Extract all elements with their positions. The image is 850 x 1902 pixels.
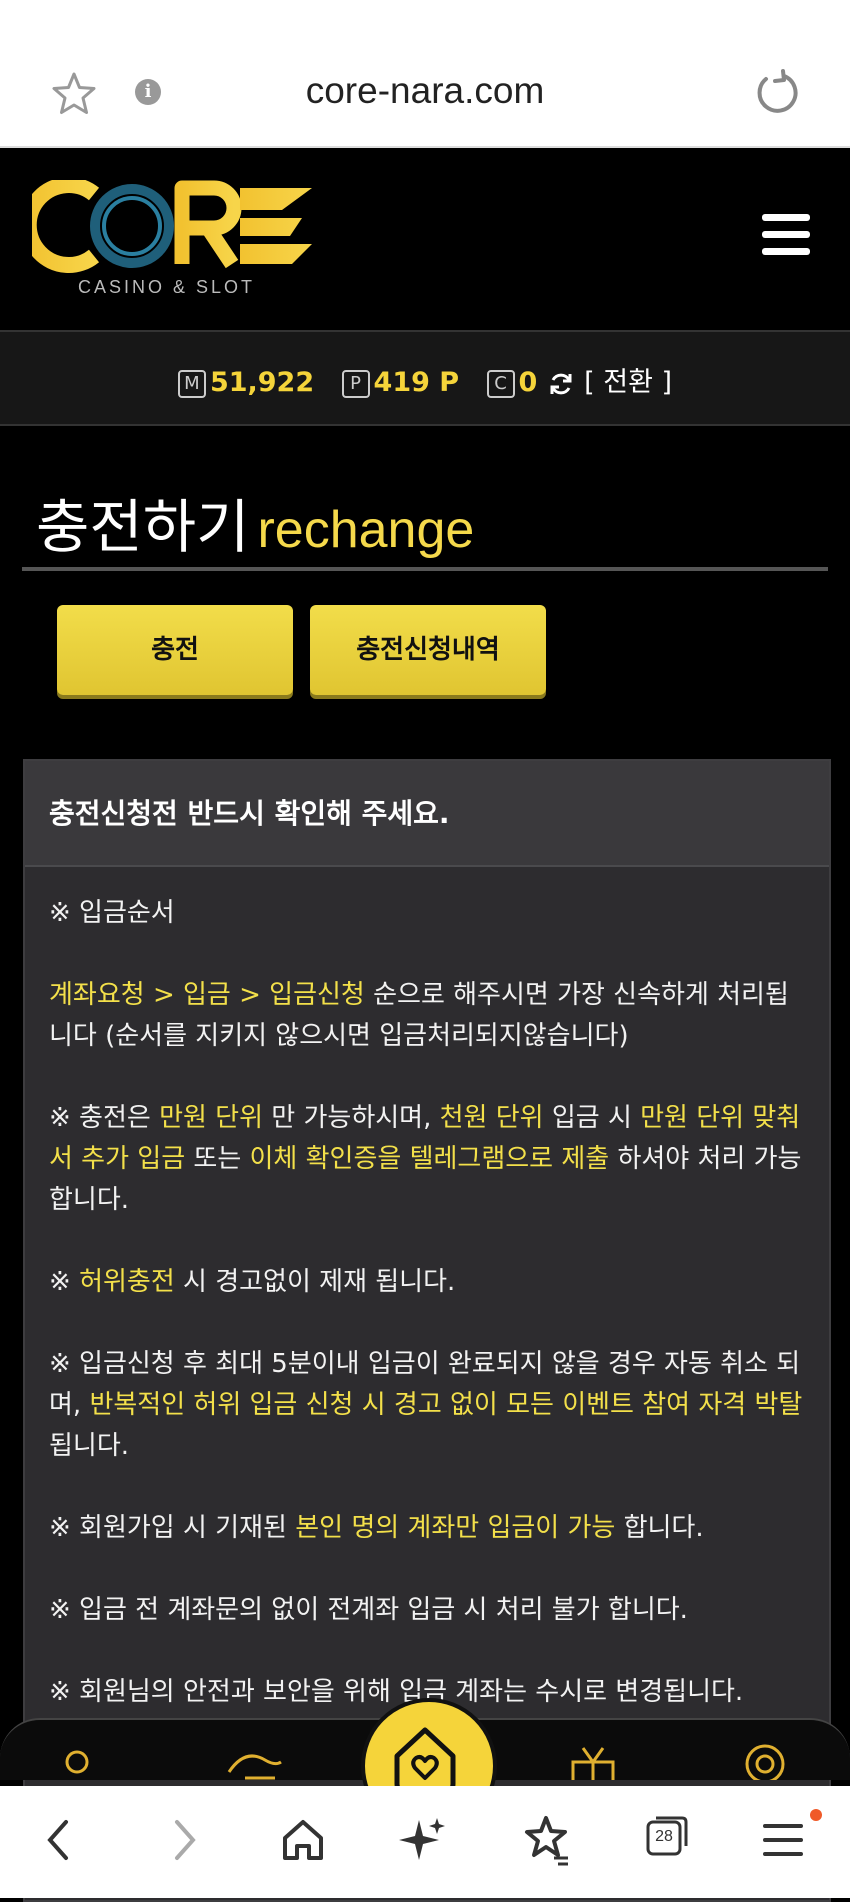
- notice-title: 충전신청전 반드시 확인해 주세요.: [25, 761, 829, 867]
- core-logo[interactable]: CASINO & SLOT: [32, 180, 322, 300]
- coin-balance: C0: [486, 367, 547, 398]
- money-icon: M: [177, 369, 206, 398]
- money-balance: M 51,922: [177, 367, 324, 398]
- home-icon[interactable]: [275, 1812, 331, 1868]
- tab-count-label: 28: [655, 1828, 673, 1845]
- slot-icon[interactable]: [225, 1738, 285, 1780]
- tabs-button[interactable]: 28: [646, 1814, 688, 1856]
- notice-line-account: ※ 회원가입 시 기재된 본인 명의 계좌만 입금이 가능 합니다.: [49, 1513, 704, 1543]
- notice-line-unit: ※ 충전은 만원 단위 만 가능하시며, 천원 단위 입금 시 만원 단위 맞춰…: [49, 1103, 802, 1215]
- point-icon: P: [341, 369, 370, 398]
- point-balance: P 419 P: [341, 367, 469, 398]
- gift-event-icon[interactable]: [563, 1738, 623, 1780]
- casino-dealer-icon[interactable]: [55, 1738, 115, 1780]
- recharge-button[interactable]: 충전: [57, 605, 293, 695]
- bookmarks-icon[interactable]: [518, 1812, 574, 1868]
- notice-line-false: ※ 허위충전 시 경고없이 제재 됩니다.: [49, 1267, 456, 1297]
- refresh-icon: [550, 373, 572, 394]
- more-menu-icon[interactable]: [755, 1812, 811, 1868]
- notice-line-order: 계좌요청 > 입금 > 입금신청 순으로 해주시면 가장 신속하게 처리됩니다 …: [49, 980, 789, 1051]
- logo-tagline: CASINO & SLOT: [78, 277, 255, 297]
- browser-toolbar: [0, 1786, 850, 1898]
- convert-button[interactable]: [ 전환 ]: [547, 367, 672, 398]
- coin-icon: C: [486, 369, 515, 398]
- menu-icon[interactable]: [762, 214, 810, 256]
- page-title: 충전하기 rechange: [36, 493, 475, 561]
- notification-dot: [810, 1809, 822, 1821]
- notice-line-inquiry: ※ 입금 전 계좌문의 없이 전계좌 입금 시 처리 불가 합니다.: [49, 1595, 688, 1625]
- site-header: CASINO & SLOT: [0, 148, 850, 328]
- url-text[interactable]: core-nara.com: [0, 70, 850, 112]
- browser-address-bar: i core-nara.com: [0, 0, 850, 148]
- notice-line-cancel: ※ 입금신청 후 최대 5분이내 입금이 완료되지 않을 경우 자동 취소 되며…: [49, 1349, 803, 1461]
- heading-divider: [22, 567, 828, 571]
- sparkle-icon[interactable]: [395, 1812, 451, 1868]
- balance-bar: M 51,922 P 419 P C0 [ 전환 ]: [0, 330, 850, 426]
- recharge-history-button[interactable]: 충전신청내역: [310, 605, 546, 695]
- reload-icon[interactable]: [752, 68, 800, 116]
- forward-icon[interactable]: [155, 1812, 211, 1868]
- support-icon[interactable]: [735, 1738, 795, 1780]
- back-icon[interactable]: [32, 1812, 88, 1868]
- notice-order-heading: ※ 입금순서: [49, 898, 175, 928]
